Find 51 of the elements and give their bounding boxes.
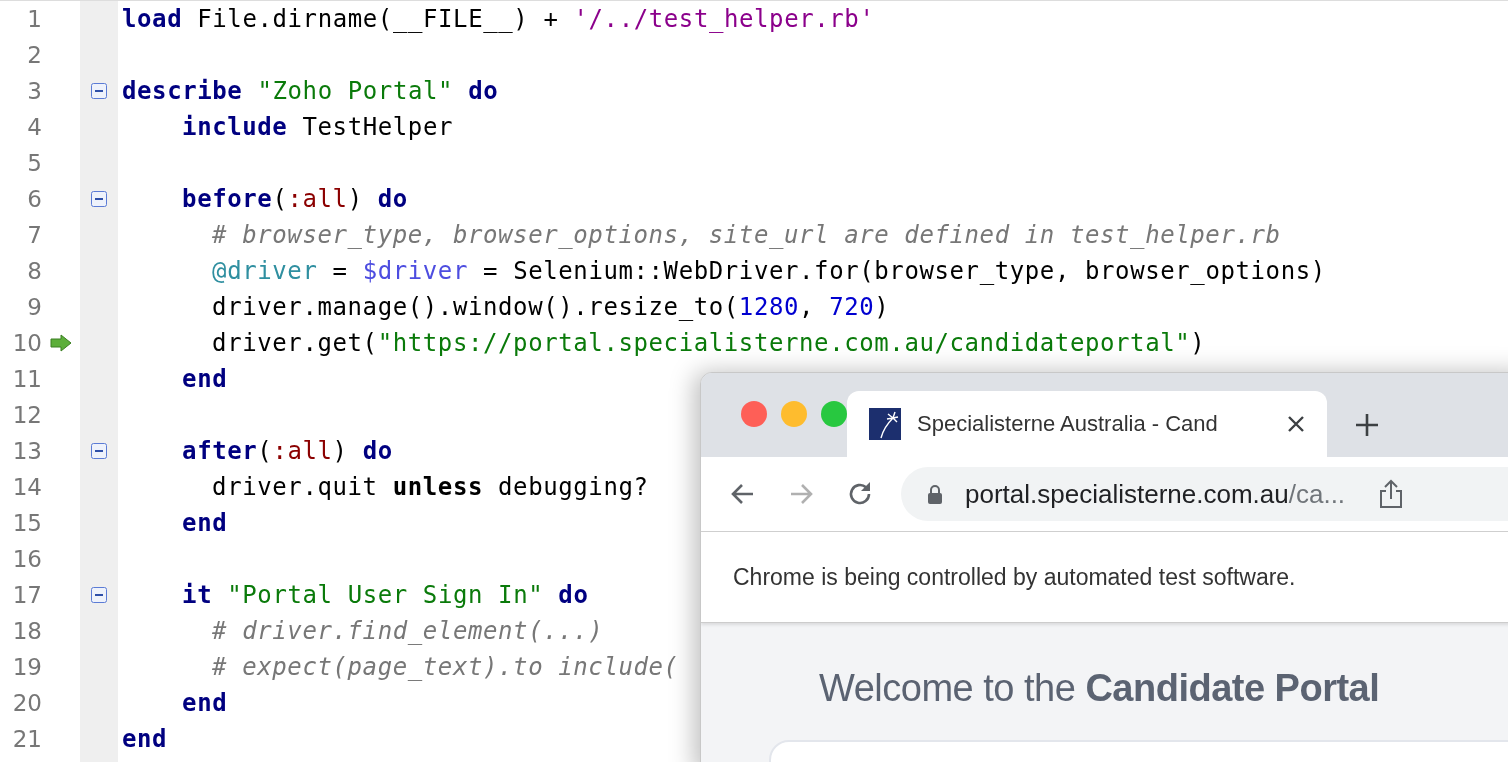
code-line: # driver.find_element(...)	[211, 617, 604, 645]
code-line: # browser_type, browser_options, site_url are defined in test_helper.rb	[211, 221, 1281, 249]
line-number: 10	[11, 330, 42, 356]
code-line: end	[181, 689, 228, 717]
line-number: 9	[26, 294, 42, 320]
line-number: 5	[26, 150, 42, 176]
line-number: 1	[26, 6, 42, 32]
collapse-icon[interactable]	[91, 587, 107, 603]
line-number: 11	[11, 366, 42, 392]
line-number: 17	[11, 582, 42, 608]
code-line: it "Portal User Sign In" do	[181, 581, 589, 609]
line-number: 3	[26, 78, 42, 104]
address-bar[interactable]: portal.specialisterne.com.au/ca...	[901, 467, 1508, 521]
line-number: 14	[11, 474, 42, 500]
code-line: end	[181, 509, 228, 537]
line-number: 16	[11, 546, 42, 572]
browser-tab[interactable]: Specialisterne Australia - Cand	[847, 391, 1327, 457]
line-number: 19	[11, 654, 42, 680]
line-number: 6	[26, 186, 42, 212]
code-line: driver.manage().window().resize_to(1280, 720)	[211, 293, 890, 321]
code-line: driver.get("https://portal.specialisterne.com.au/candidateportal")	[211, 329, 1206, 357]
code-line: # expect(page_text).to include(	[211, 653, 679, 681]
line-number: 2	[26, 42, 42, 68]
code-line: before(:all) do	[181, 185, 408, 213]
automation-notice: Chrome is being controlled by automated test software.	[733, 563, 1296, 591]
share-icon[interactable]	[1379, 479, 1404, 509]
line-number: 15	[11, 510, 42, 536]
code-line: after(:all) do	[181, 437, 393, 465]
code-line: end	[121, 725, 168, 753]
line-number: 20	[11, 690, 42, 716]
collapse-icon[interactable]	[91, 191, 107, 207]
code-line: driver.quit unless debugging?	[211, 473, 649, 501]
code-line: include TestHelper	[181, 113, 453, 141]
line-number: 8	[26, 258, 42, 284]
code-line: load File.dirname(__FILE__) + '/../test_helper.rb'	[121, 5, 875, 33]
close-icon[interactable]	[1287, 415, 1305, 433]
line-number: 18	[11, 618, 42, 644]
line-number: 13	[11, 438, 42, 464]
dandelion-favicon-icon	[869, 408, 901, 440]
line-number: 7	[26, 222, 42, 248]
code-line: describe "Zoho Portal" do	[121, 77, 499, 105]
new-tab-icon[interactable]	[1355, 413, 1379, 437]
line-number: 12	[11, 402, 42, 428]
lock-icon	[927, 484, 943, 504]
code-line: @driver = $driver = Selenium::WebDriver.for(browser_type, browser_options)	[211, 257, 1326, 285]
line-number: 21	[11, 726, 42, 752]
collapse-icon[interactable]	[91, 83, 107, 99]
code-line: end	[181, 365, 228, 393]
collapse-icon[interactable]	[91, 443, 107, 459]
page-heading: Welcome to the Candidate Portal	[819, 667, 1381, 710]
line-number: 4	[26, 114, 42, 140]
